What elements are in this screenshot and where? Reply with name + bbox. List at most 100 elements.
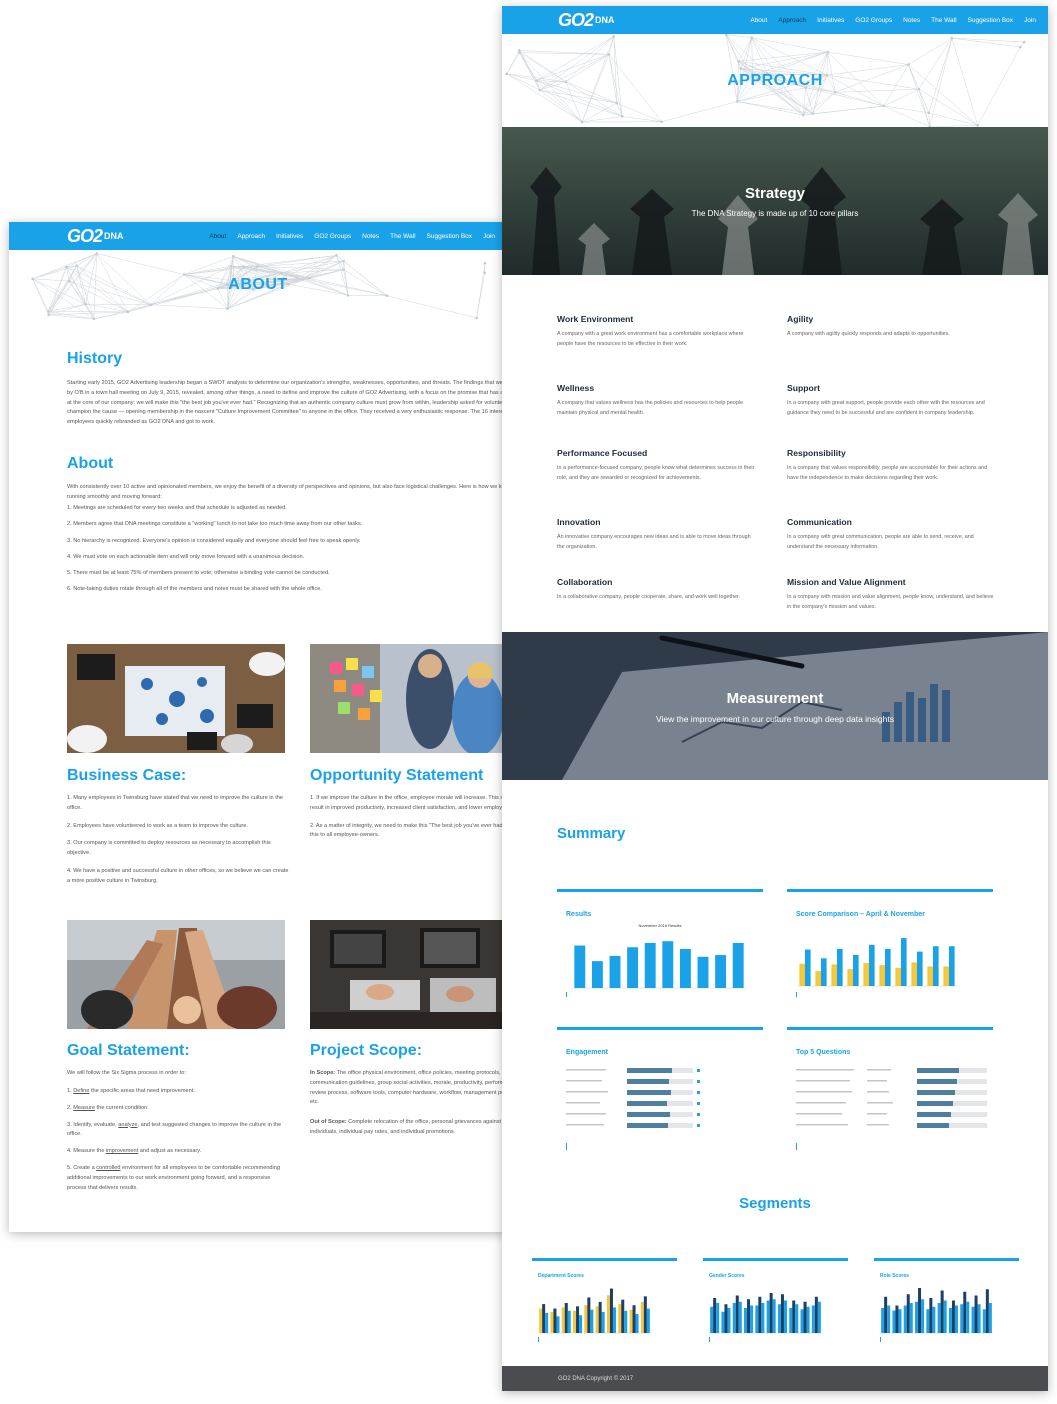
network-node [483,261,487,265]
bar [898,1309,902,1333]
bar [716,1303,720,1333]
network-line [565,36,614,83]
opportunity-list: 1. If we improve the culture in the offi… [310,794,507,849]
nav-links: About Approach Initiatives GO2 Groups No… [209,233,495,240]
network-line [32,278,94,320]
nav-go2-groups[interactable]: GO2 Groups [314,233,351,240]
network-node [182,273,186,276]
rule-item: 3. No hierarchy is recognized. Everyone'… [67,537,361,544]
list-item: 2. Measure the current condition. [67,1104,149,1111]
network-line [69,280,128,313]
network-line [539,89,623,117]
network-line [826,74,919,90]
network-line [565,81,617,104]
network-line [928,38,953,113]
bar [732,942,744,988]
bar [803,1301,807,1333]
nav-suggestion-box[interactable]: Suggestion Box [427,233,473,240]
network-node [517,49,521,52]
network-node [801,113,805,117]
bar [576,1306,580,1333]
business-case-heading: Business Case: [67,767,187,784]
bar [747,1299,751,1333]
nav-go2-groups[interactable]: GO2 Groups [855,17,892,24]
network-line [150,304,228,309]
bar [799,963,805,986]
network-node [518,51,521,54]
network-node [833,90,837,94]
network-line [506,52,520,74]
top5-card: Top 5 Questions [787,1027,993,1155]
brand-logo[interactable]: GO2 DNA [558,10,615,31]
bar [911,962,917,986]
list-item: 3. Identify, evaluate, analyze, and test… [67,1121,282,1138]
source-marker [880,1337,881,1342]
nav-join[interactable]: Join [483,233,495,240]
network-node [811,112,815,115]
bar [769,1293,773,1333]
bar [895,1305,899,1333]
nav-the-wall[interactable]: The Wall [931,17,956,24]
bar [817,1301,821,1333]
nav-about[interactable]: About [209,233,226,240]
bar [937,1303,941,1333]
bar [906,1294,910,1333]
network-line [613,36,623,117]
nav-suggestion-box[interactable]: Suggestion Box [968,17,1014,24]
list-item: 3. Our company is committed to deploy re… [67,840,271,857]
nav-the-wall[interactable]: The Wall [390,233,415,240]
about-rules: 1. Meetings are scheduled for every two … [67,504,507,602]
nav-about[interactable]: About [750,17,767,24]
bar [921,1299,925,1333]
network-line [581,116,623,123]
network-node [607,53,611,56]
network-line [288,283,349,296]
bar [943,966,949,986]
gender-scores-chart [709,1293,822,1342]
bar [881,1308,885,1333]
score-comparison-title: Score Comparison – April & November [796,911,925,918]
network-node [342,259,345,263]
bar [646,1308,650,1333]
bar [609,955,621,988]
bar [545,1313,549,1333]
bar [929,1298,933,1333]
network-line [519,52,583,123]
bar [892,1310,896,1333]
gender-scores-card: Gender Scores [703,1258,848,1342]
nav-join[interactable]: Join [1024,17,1036,24]
bar [887,1305,891,1333]
network-line [951,37,1021,48]
bar [949,946,955,986]
bar [985,1289,989,1333]
nav-notes[interactable]: Notes [362,233,379,240]
rule-item: 2. Members agree that DNA meetings const… [67,521,363,528]
network-node [346,293,350,297]
network-node [825,73,829,77]
bar [621,1299,625,1333]
network-line [883,105,930,127]
bar [738,1301,742,1333]
bar [960,1304,964,1333]
network-line [32,278,70,282]
bar [869,944,875,986]
network-line [32,278,86,305]
network-line [812,92,836,114]
brand-logo[interactable]: GO2 DNA [67,226,124,247]
nav-approach[interactable]: Approach [778,17,806,24]
nav-approach[interactable]: Approach [237,233,265,240]
bar [885,948,891,986]
bar [624,1310,628,1333]
bar [713,1298,717,1333]
strategy-subtitle: The DNA Strategy is made up of 10 core p… [691,209,859,218]
role-scores-chart [880,1288,993,1342]
bar [564,1303,568,1333]
bar [632,1305,636,1333]
history-text: Starting early 2015, GO2 Advertising lea… [67,380,507,426]
nav-notes[interactable]: Notes [903,17,920,24]
department-scores-card: Department Scores [532,1258,677,1342]
network-line [539,36,614,91]
nav-initiatives[interactable]: Initiatives [817,17,844,24]
nav-initiatives[interactable]: Initiatives [276,233,303,240]
pillar-mission-value-alignment: Mission and Value Alignment In a company… [787,577,994,610]
